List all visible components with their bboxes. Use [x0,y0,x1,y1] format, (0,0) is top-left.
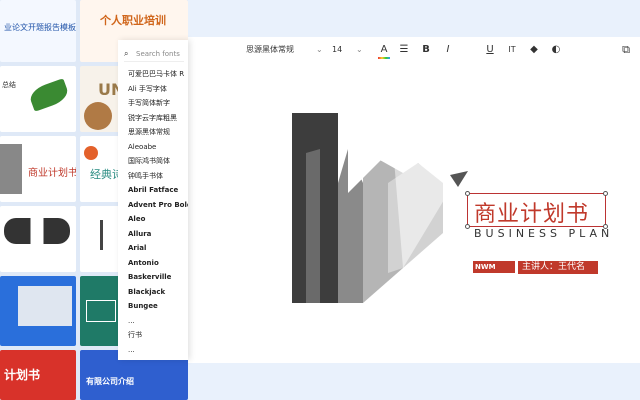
font-option[interactable]: 思源黑体常规 [128,126,170,138]
font-size-select[interactable]: 14 ⌄ [332,37,366,63]
font-family-value: 思源黑体常规 [246,45,294,54]
font-option[interactable]: 国际鸿书简体 [128,155,170,167]
font-option[interactable]: Bungee [128,300,158,312]
align-icon: ☰ [399,44,409,55]
font-option[interactable]: Ali 手写字体 [128,83,167,95]
slide-canvas[interactable]: 商业计划书 BUSINESS PLAN NWM 主讲人：王代名 [188,63,640,363]
thumbnail-label: 计划书 [4,368,41,382]
ink-image [100,220,120,250]
speaker-text: 主讲人：王代名 [522,262,586,272]
fill-icon: ◆ [530,44,538,55]
font-option[interactable]: 锐字云字库粗黑 [128,112,177,124]
font-search-input[interactable]: ⌕ Search fonts [124,46,184,62]
title-text-box[interactable]: 商业计划书 [465,191,608,229]
font-family-dropdown: ⌕ Search fonts 可爱巴巴马卡体 R Ali 手写字体 手写简体新字 锐字… [118,40,188,360]
speaker-label: 主讲人：王代名 [518,261,598,274]
bold-button[interactable]: B [418,37,434,63]
template-thumbnail[interactable] [0,276,76,346]
font-option[interactable]: Allura [128,228,151,240]
font-option[interactable]: 可爱巴巴马卡体 R [128,68,184,80]
slide-title: 商业计划书 [474,202,590,227]
fill-color-button[interactable]: ◆ [526,37,542,63]
resize-handle[interactable] [465,191,470,196]
search-icon: ⌕ [124,49,129,58]
logo-badge-text: NWM [475,263,496,271]
underline-button[interactable]: U [482,37,498,63]
font-color-button[interactable]: A [376,37,392,63]
font-option[interactable]: Antonio [128,257,159,269]
color-strip [378,57,390,59]
template-thumbnail[interactable]: 计划书 [0,350,76,400]
thumbnail-label: 总结 [2,81,16,89]
font-option[interactable]: Aleoabe [128,141,156,153]
text-style-button[interactable]: IT [504,37,520,63]
building-image [0,144,22,194]
thumbnail-label: 有限公司介绍 [86,377,134,386]
wood-image [84,102,112,130]
arrow-tile [86,300,116,322]
font-option[interactable]: Advent Pro Bold [128,199,188,211]
font-family-select[interactable]: 思源黑体常规 ⌄ [246,37,326,63]
text-style-icon: IT [508,45,516,54]
copy-button[interactable]: ⧉ [618,37,634,63]
font-option[interactable]: Abril Fatface [128,184,178,196]
font-option[interactable]: 手写简体新字 [128,97,170,109]
opacity-icon: ◐ [551,44,561,55]
chevron-down-icon: ⌄ [356,45,363,54]
thumbnail-label: 商业计划书 [28,168,76,179]
font-option[interactable]: 行书 [128,329,142,341]
slide-subtitle: BUSINESS PLAN [474,227,614,240]
italic-icon: I [446,44,450,55]
bold-icon: B [422,44,430,55]
font-color-icon: A [380,44,388,55]
opacity-button[interactable]: ◐ [548,37,564,63]
font-option[interactable]: ... [128,315,135,327]
template-thumbnail[interactable] [0,206,76,272]
font-option[interactable]: Aleo [128,213,145,225]
font-option[interactable]: 钟鸣手书体 [128,170,163,182]
italic-button[interactable]: I [440,37,456,63]
orange-circle [84,146,98,160]
template-thumbnail[interactable]: 总结 [0,66,76,132]
thumbnail-label: 业论文开题报告模板 [4,23,76,32]
thumbnail-label: 个人职业培训 [100,14,166,27]
resize-handle[interactable] [465,224,470,229]
logo-badge: NWM [473,261,515,273]
font-option[interactable]: Arial [128,242,146,254]
laptop-image [18,286,72,326]
text-format-toolbar: 思源黑体常规 ⌄ 14 ⌄ A ☰ B I U IT ◆ ◐ ⧉ [188,37,640,63]
template-thumbnail[interactable]: 业论文开题报告模板 [0,0,76,62]
align-button[interactable]: ☰ [396,37,412,63]
template-thumbnail[interactable]: 商业计划书 [0,136,76,202]
font-option[interactable]: Baskerville [128,271,171,283]
font-search-placeholder: Search fonts [136,50,180,58]
underline-icon: U [486,44,494,55]
font-option[interactable]: Blackjack [128,286,165,298]
font-option[interactable]: ... [128,344,135,356]
leaf-image [27,78,71,112]
resize-handle[interactable] [603,191,608,196]
chevron-down-icon: ⌄ [316,45,323,54]
font-size-value: 14 [332,45,343,54]
hands-image [4,218,70,244]
